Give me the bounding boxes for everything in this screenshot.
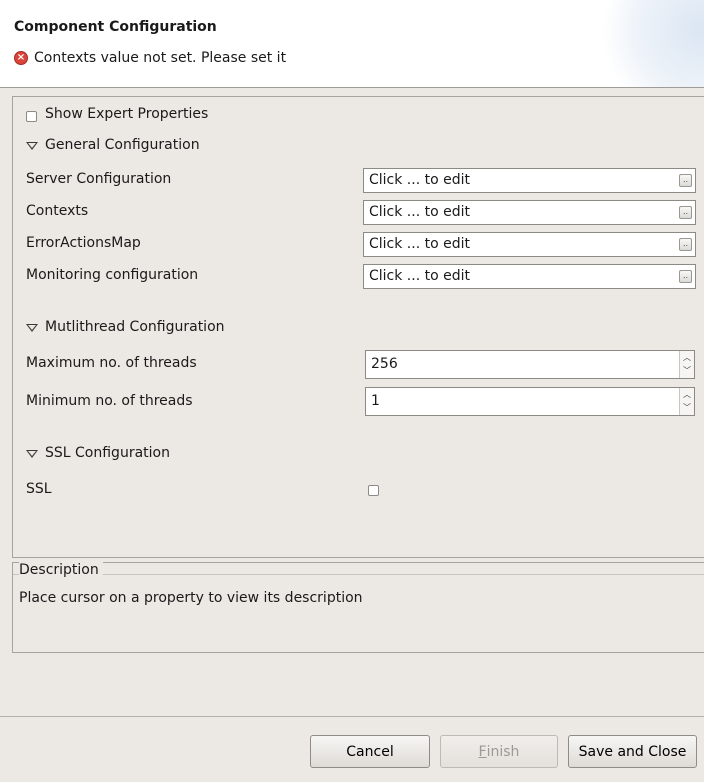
min-threads-up-icon[interactable]: ︿ bbox=[682, 389, 692, 401]
contexts-ellipsis-icon[interactable]: .. bbox=[679, 206, 692, 219]
max-threads-down-icon[interactable]: ﹀ bbox=[682, 365, 692, 377]
server-config-value: Click ... to edit bbox=[369, 172, 470, 188]
description-title: Description bbox=[19, 562, 103, 578]
dialog-header: Component Configuration × Contexts value… bbox=[0, 0, 704, 88]
max-threads-spinner[interactable]: 256 ︿ ﹀ bbox=[365, 350, 695, 379]
ssl-checkbox[interactable] bbox=[368, 485, 379, 496]
multithread-expand-icon[interactable] bbox=[26, 324, 38, 332]
contexts-field[interactable]: Click ... to edit .. bbox=[363, 200, 696, 225]
max-threads-label: Maximum no. of threads bbox=[26, 355, 197, 371]
max-threads-spin-buttons: ︿ ﹀ bbox=[679, 351, 694, 378]
show-expert-checkbox[interactable] bbox=[26, 111, 37, 122]
error-actions-map-field[interactable]: Click ... to edit .. bbox=[363, 232, 696, 257]
finish-button[interactable]: Finish bbox=[440, 735, 558, 768]
monitoring-config-label: Monitoring configuration bbox=[26, 267, 199, 283]
contexts-label: Contexts bbox=[26, 203, 89, 219]
min-threads-down-icon[interactable]: ﹀ bbox=[682, 402, 692, 414]
contexts-value: Click ... to edit bbox=[369, 204, 470, 220]
save-and-close-button[interactable]: Save and Close bbox=[568, 735, 697, 768]
ssl-section-title[interactable]: SSL Configuration bbox=[45, 445, 170, 461]
ssl-expand-icon[interactable] bbox=[26, 450, 38, 458]
properties-panel: Show Expert Properties General Configura… bbox=[12, 96, 704, 558]
error-icon: × bbox=[14, 51, 28, 65]
error-actions-map-ellipsis-icon[interactable]: .. bbox=[679, 238, 692, 251]
show-expert-label[interactable]: Show Expert Properties bbox=[45, 106, 208, 122]
description-title-line bbox=[13, 574, 704, 575]
multithread-section-title[interactable]: Mutlithread Configuration bbox=[45, 319, 225, 335]
server-config-label: Server Configuration bbox=[26, 171, 172, 187]
error-message: × Contexts value not set. Please set it bbox=[14, 50, 286, 66]
server-config-field[interactable]: Click ... to edit .. bbox=[363, 168, 696, 193]
finish-label-rest: inish bbox=[486, 743, 520, 760]
min-threads-spinner[interactable]: 1 ︿ ﹀ bbox=[365, 387, 695, 416]
general-section-title[interactable]: General Configuration bbox=[45, 137, 200, 153]
max-threads-value: 256 bbox=[371, 356, 398, 372]
footer-divider bbox=[0, 716, 704, 717]
cancel-button[interactable]: Cancel bbox=[310, 735, 430, 768]
min-threads-label: Minimum no. of threads bbox=[26, 393, 193, 409]
error-actions-map-label: ErrorActionsMap bbox=[26, 235, 141, 251]
max-threads-up-icon[interactable]: ︿ bbox=[682, 352, 692, 364]
description-text: Place cursor on a property to view its d… bbox=[19, 590, 363, 606]
min-threads-value: 1 bbox=[371, 393, 380, 409]
min-threads-spin-buttons: ︿ ﹀ bbox=[679, 388, 694, 415]
monitoring-config-ellipsis-icon[interactable]: .. bbox=[679, 270, 692, 283]
monitoring-config-field[interactable]: Click ... to edit .. bbox=[363, 264, 696, 289]
description-group: Description Place cursor on a property t… bbox=[12, 562, 704, 653]
header-decoration bbox=[594, 0, 704, 87]
finish-mnemonic: F bbox=[478, 743, 487, 760]
monitoring-config-value: Click ... to edit bbox=[369, 268, 470, 284]
server-config-ellipsis-icon[interactable]: .. bbox=[679, 174, 692, 187]
dialog-title: Component Configuration bbox=[14, 19, 217, 35]
ssl-label: SSL bbox=[26, 481, 52, 497]
error-actions-map-value: Click ... to edit bbox=[369, 236, 470, 252]
general-expand-icon[interactable] bbox=[26, 142, 38, 150]
error-message-text: Contexts value not set. Please set it bbox=[34, 50, 287, 66]
